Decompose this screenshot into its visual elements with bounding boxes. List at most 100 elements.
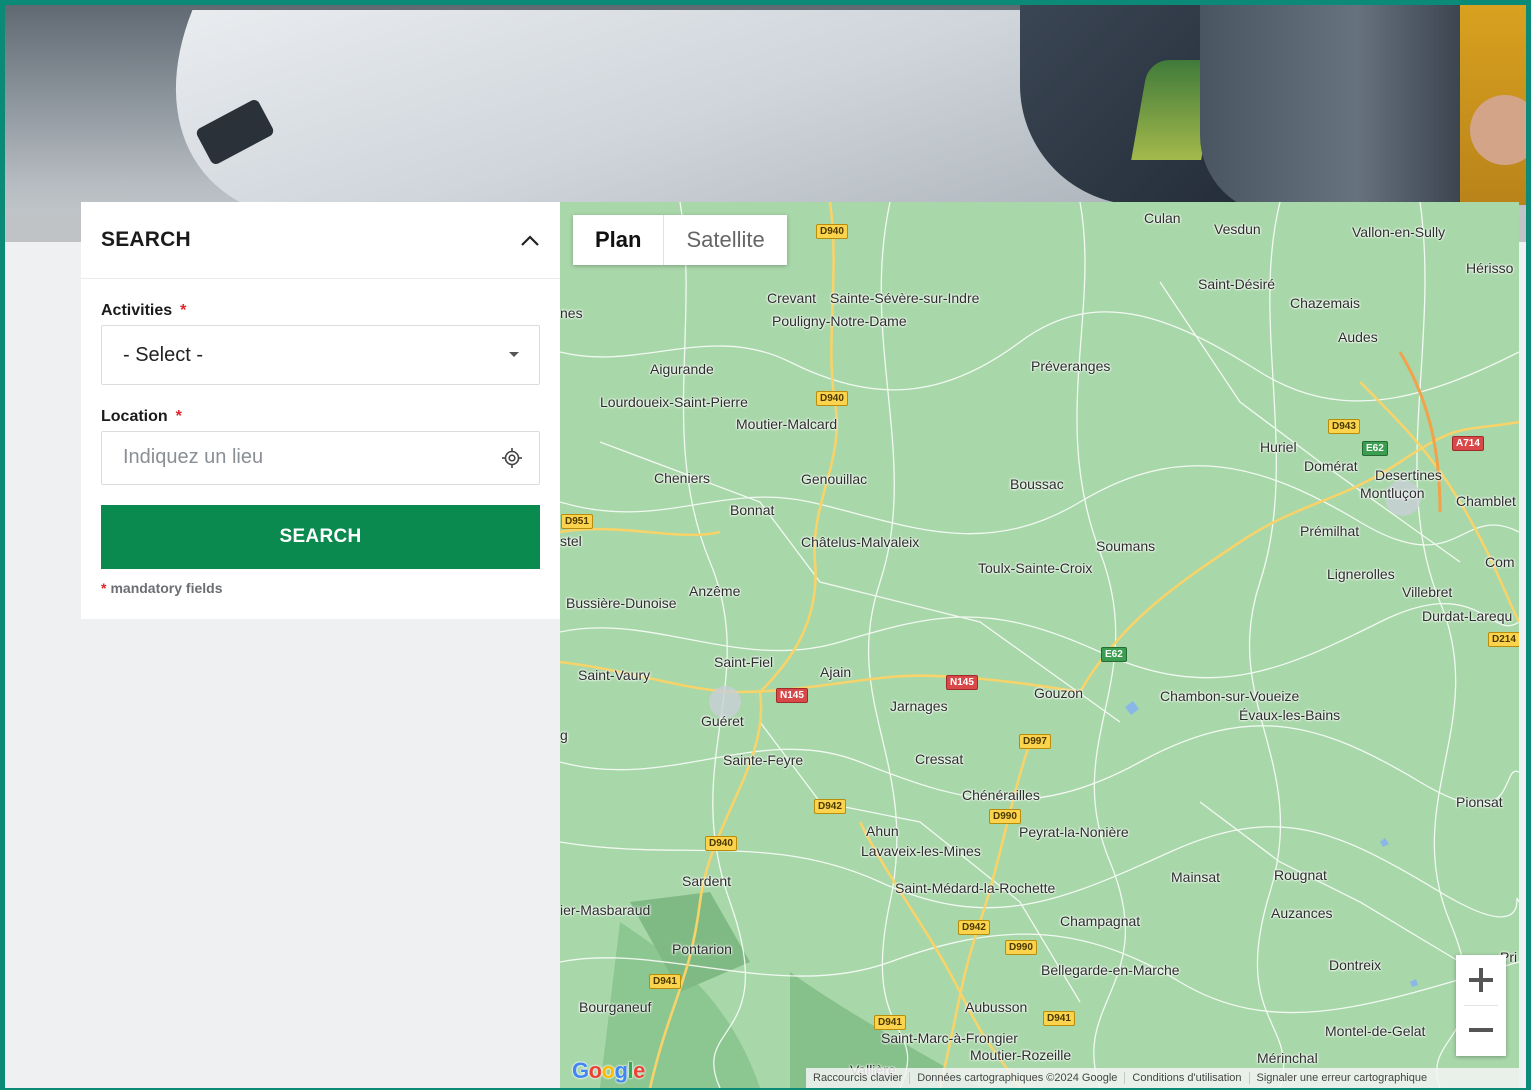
mandatory-note: * mandatory fields <box>101 580 223 596</box>
map-place-label: Vallon-en-Sully <box>1352 224 1446 240</box>
map-place-label: stel <box>560 533 582 549</box>
map-place-label: Sainte-Sévère-sur-Indre <box>830 290 980 306</box>
map-place-label: Prémilhat <box>1300 523 1360 539</box>
map-place-label: Bonnat <box>730 502 775 518</box>
road-shield: D943 <box>1328 419 1360 434</box>
map-place-label: Préveranges <box>1031 358 1111 374</box>
zoom-out-button[interactable] <box>1456 1005 1506 1055</box>
road-shield: N145 <box>946 675 978 690</box>
map-place-label: Montel-de-Gelat <box>1325 1023 1426 1039</box>
map-place-label: Chazemais <box>1290 295 1361 311</box>
map-place-label: nes <box>560 305 583 321</box>
map-place-label: Hérisso <box>1466 260 1514 276</box>
map-place-label: Toulx-Sainte-Croix <box>978 560 1093 576</box>
map-place-label: Aigurande <box>650 361 714 377</box>
map-place-label: Évaux-les-Bains <box>1239 707 1341 723</box>
road-shield: E62 <box>1362 441 1388 456</box>
map-place-label: Rougnat <box>1274 867 1327 883</box>
map-place-label: Durdat-Larequ <box>1422 608 1513 624</box>
google-logo[interactable]: Google <box>572 1058 645 1084</box>
activities-select[interactable]: - Select - <box>101 325 540 385</box>
map-place-label: Pouligny-Notre-Dame <box>772 313 907 329</box>
keyboard-shortcuts-link[interactable]: Raccourcis clavier <box>806 1072 911 1084</box>
map-place-label: Audes <box>1338 329 1378 345</box>
map-place-label: Culan <box>1144 210 1181 226</box>
dropdown-caret-icon <box>509 352 519 357</box>
map-place-label: Lignerolles <box>1327 566 1395 582</box>
road-shield: D940 <box>816 224 848 239</box>
map-place-label: Genouillac <box>801 471 868 487</box>
map-place-label: Cressat <box>915 751 964 767</box>
map-place-label: Aubusson <box>965 999 1028 1015</box>
map-place-label: Desertines <box>1375 467 1442 483</box>
map-place-label: Bellegarde-en-Marche <box>1041 962 1180 978</box>
hero-hand <box>1470 95 1531 165</box>
map-place-label: Dontreix <box>1329 957 1382 973</box>
road-shield: D940 <box>816 391 848 406</box>
geolocate-target-icon[interactable] <box>501 447 523 469</box>
search-panel-header[interactable]: SEARCH <box>81 202 560 279</box>
map-place-label: Huriel <box>1260 439 1297 455</box>
map-type-plan[interactable]: Plan <box>573 215 663 265</box>
chevron-up-icon[interactable] <box>519 230 541 252</box>
map-place-label: Anzême <box>689 583 741 599</box>
map-attribution-bar: Raccourcis clavier Données cartographiqu… <box>806 1068 1519 1088</box>
map-place-label: Saint-Vaury <box>578 667 651 683</box>
terms-of-use-link[interactable]: Conditions d'utilisation <box>1125 1072 1250 1084</box>
map-place-label: Soumans <box>1096 538 1156 554</box>
activities-label: Activities * <box>101 302 187 319</box>
map-type-satellite[interactable]: Satellite <box>663 215 786 265</box>
map-place-label: Chambon-sur-Voueize <box>1160 688 1300 704</box>
plus-icon <box>1469 968 1493 992</box>
map-place-label: Moutier-Rozeille <box>970 1047 1072 1063</box>
map-place-label: Ajain <box>820 664 852 680</box>
map-place-label: Moutier-Malcard <box>736 416 838 432</box>
search-panel: SEARCH Activities * - Select - Location * … <box>81 202 560 619</box>
road-shield: A714 <box>1452 436 1484 451</box>
map-view[interactable]: Plan Satellite Culan Vesdun Vallon-en-Su… <box>560 202 1519 1088</box>
map-place-label: Saint-Marc-à-Frongier <box>881 1030 1018 1046</box>
map-place-label: Pontarion <box>672 941 732 957</box>
road-shield: D990 <box>1005 940 1037 955</box>
map-place-label: g <box>560 727 568 743</box>
map-place-label: Vesdun <box>1214 221 1261 237</box>
road-shield: E62 <box>1101 647 1127 662</box>
road-shield: D942 <box>814 799 846 814</box>
road-shield: D941 <box>874 1015 906 1030</box>
map-place-label: Saint-Fiel <box>714 654 774 670</box>
report-map-error-link[interactable]: Signaler une erreur cartographique <box>1250 1072 1435 1084</box>
map-place-label: Saint-Désiré <box>1198 276 1276 292</box>
map-place-label: Sainte-Feyre <box>723 752 804 768</box>
zoom-in-button[interactable] <box>1456 955 1506 1005</box>
map-type-control: Plan Satellite <box>573 215 787 265</box>
map-place-label: Auzances <box>1271 905 1333 921</box>
minus-icon <box>1469 1028 1493 1032</box>
map-place-label: Lavaveix-les-Mines <box>861 843 981 859</box>
activities-select-value: - Select - <box>123 344 204 366</box>
map-place-label: Chamblet <box>1456 493 1516 509</box>
location-field[interactable] <box>101 431 540 485</box>
location-input[interactable] <box>102 432 483 482</box>
map-place-label: Chénérailles <box>962 787 1040 803</box>
hero-person <box>1200 0 1460 215</box>
map-place-label: Jarnages <box>890 698 948 714</box>
map-place-label: Domérat <box>1304 458 1358 474</box>
map-place-label: Ahun <box>866 823 899 839</box>
map-place-label: Cheniers <box>654 470 711 486</box>
road-shield: D997 <box>1019 734 1051 749</box>
road-shield: D942 <box>958 920 990 935</box>
search-button[interactable]: SEARCH <box>101 505 540 569</box>
map-place-label: Peyrat-la-Nonière <box>1019 824 1129 840</box>
map-data-credit: Données cartographiques ©2024 Google <box>910 1072 1126 1084</box>
map-place-label: Com <box>1485 554 1515 570</box>
map-place-label: ier-Masbaraud <box>560 902 651 918</box>
map-place-label: Gouzon <box>1034 685 1084 701</box>
map-place-label: Montluçon <box>1360 485 1425 501</box>
map-place-label: Villebret <box>1402 584 1453 600</box>
location-label: Location * <box>101 408 182 425</box>
zoom-control <box>1456 955 1506 1056</box>
map-place-label: Mainsat <box>1171 869 1221 885</box>
road-shield: D951 <box>561 514 593 529</box>
road-shield: D940 <box>705 836 737 851</box>
road-shield: N145 <box>776 688 808 703</box>
